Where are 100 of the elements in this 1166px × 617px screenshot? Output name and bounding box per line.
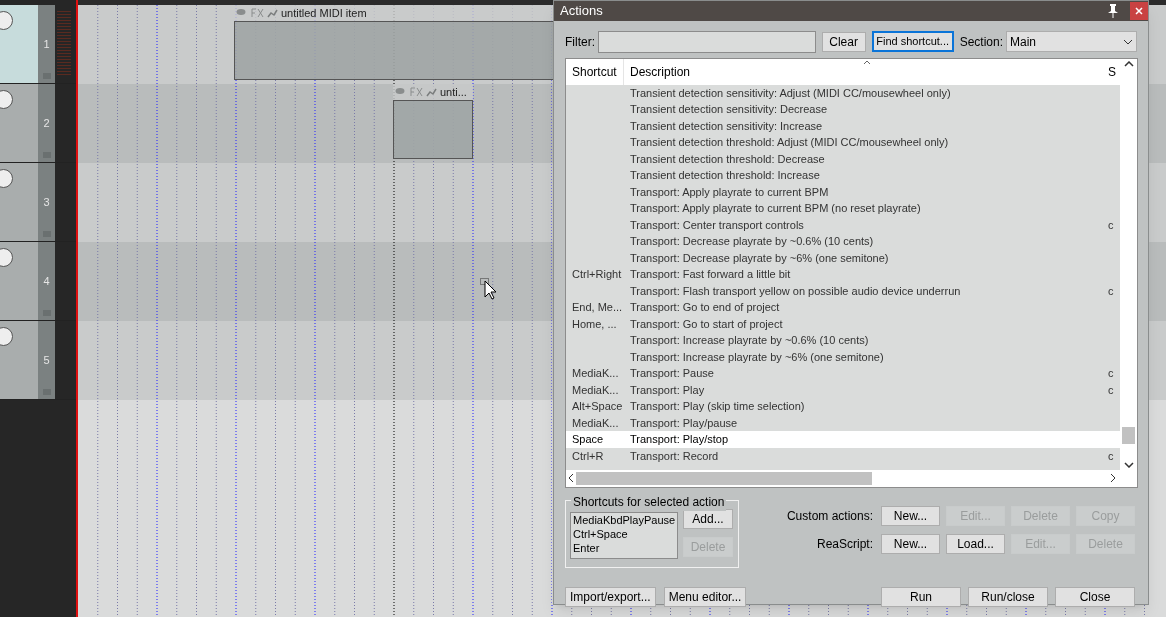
item-title: untitled MIDI item bbox=[281, 5, 367, 21]
column-header[interactable]: S bbox=[1108, 58, 1120, 85]
shortcut-cell: MediaK... bbox=[572, 367, 619, 380]
dialog-button[interactable]: New... bbox=[881, 533, 940, 554]
dialog-button[interactable]: Run/close bbox=[968, 586, 1048, 607]
description-cell: Transient detection threshold: Decrease bbox=[630, 152, 825, 165]
scrollbar-thumb[interactable] bbox=[1122, 426, 1135, 444]
table-row[interactable]: Transient detection threshold: Adjust (MIDI CC/mousewheel only) bbox=[566, 134, 1120, 151]
filter-field[interactable] bbox=[598, 30, 816, 53]
table-row[interactable]: Transport: Decrease playrate by ~6% (one semitone) bbox=[566, 249, 1120, 266]
track-number: 1 bbox=[43, 36, 50, 52]
midi-item[interactable]: unti... bbox=[393, 84, 473, 159]
track-number: 2 bbox=[43, 115, 50, 131]
shortcut-entry[interactable]: MediaKbdPlayPause bbox=[573, 512, 675, 527]
table-cell: c bbox=[1108, 449, 1114, 462]
table-row[interactable]: Alt+Space Transport: Play (skip time selection) bbox=[566, 398, 1120, 415]
table-row[interactable]: Ctrl+Right Transport: Fast forward a little bit bbox=[566, 266, 1120, 283]
description-cell: Transport: Play/stop bbox=[630, 433, 729, 446]
shortcut-list[interactable]: MediaKbdPlayPause Ctrl+Space Enter bbox=[570, 511, 678, 559]
chevron-down-icon[interactable] bbox=[1123, 461, 1134, 468]
table-cell: c bbox=[1108, 383, 1114, 396]
table-row[interactable]: Transport: Increase playrate by ~6% (one semitone) bbox=[566, 348, 1120, 365]
table-cell: c bbox=[1108, 218, 1114, 231]
table-row[interactable]: Transient detection sensitivity: Adjust (MIDI CC/mousewheel only) bbox=[566, 84, 1120, 101]
shortcut-cell: End, Me... bbox=[572, 301, 623, 314]
description-cell: Transport: Apply playrate to current BPM bbox=[630, 185, 829, 198]
shortcut-cell: Space bbox=[572, 433, 604, 446]
description-cell: Transport: Pause bbox=[630, 367, 714, 380]
table-row[interactable]: Transport: Center transport controls c bbox=[566, 216, 1120, 233]
shortcut-entry[interactable]: Ctrl+Space bbox=[573, 526, 675, 541]
table-row[interactable]: Transport: Apply playrate to current BPM (no reset playrate) bbox=[566, 200, 1120, 217]
find-shortcut-button[interactable]: Find shortcut... bbox=[871, 31, 954, 52]
description-cell: Transport: Go to end of project bbox=[630, 301, 780, 314]
table-row[interactable]: MediaK... Transport: Play/pause bbox=[566, 414, 1120, 431]
scrollbar-thumb[interactable] bbox=[576, 471, 872, 485]
shortcut-cell: Ctrl+Right bbox=[572, 268, 622, 281]
chevron-down-icon bbox=[1123, 38, 1133, 45]
item-title: unti... bbox=[440, 84, 467, 100]
table-row[interactable]: Transport: Decrease playrate by ~0.6% (10 cents) bbox=[566, 233, 1120, 250]
description-cell: Transient detection sensitivity: Increase bbox=[630, 119, 823, 132]
table-row[interactable]: Transient detection threshold: Decrease bbox=[566, 150, 1120, 167]
description-cell: Transient detection sensitivity: Adjust (MIDI CC/mousewheel only) bbox=[630, 86, 951, 99]
chevron-left-icon[interactable] bbox=[568, 473, 574, 483]
description-cell: Transport: Fast forward a little bit bbox=[630, 268, 791, 281]
table-row[interactable]: Transient detection threshold: Increase bbox=[566, 167, 1120, 184]
table-row[interactable]: End, Me... Transport: Go to end of project bbox=[566, 299, 1120, 316]
track-number: 3 bbox=[43, 194, 50, 210]
description-cell: Transient detection threshold: Adjust (MIDI CC/mousewheel only) bbox=[630, 136, 949, 149]
section-dropdown[interactable]: Main bbox=[1006, 31, 1137, 52]
dialog-button[interactable]: Menu editor... bbox=[663, 586, 747, 607]
description-cell: Transport: Apply playrate to current BPM (no reset playrate) bbox=[630, 202, 921, 215]
description-cell: Transport: Play (skip time selection) bbox=[630, 400, 805, 413]
dialog-button[interactable]: Import/export... bbox=[565, 586, 656, 607]
table-row[interactable]: Home, ... Transport: Go to start of project bbox=[566, 315, 1120, 332]
description-cell: Transient detection threshold: Increase bbox=[630, 169, 820, 182]
table-cell: c bbox=[1108, 367, 1114, 380]
description-cell: Transport: Go to start of project bbox=[630, 317, 783, 330]
dialog-button[interactable]: New... bbox=[881, 505, 940, 526]
dialog-button[interactable]: Run bbox=[881, 586, 961, 607]
description-cell: Transport: Decrease playrate by ~6% (one semitone) bbox=[630, 251, 889, 264]
table-row[interactable]: MediaK... Transport: Play c bbox=[566, 381, 1120, 398]
shortcut-cell: MediaK... bbox=[572, 383, 619, 396]
dialog-title: Actions bbox=[560, 2, 603, 20]
description-cell: Transport: Play bbox=[630, 383, 705, 396]
shortcut-cell: Ctrl+R bbox=[572, 449, 604, 462]
description-cell: Transport: Increase playrate by ~6% (one semitone) bbox=[630, 350, 884, 363]
row-label: Custom actions: bbox=[786, 507, 873, 525]
dialog-button[interactable]: Load... bbox=[946, 533, 1005, 554]
clear-button[interactable]: Clear bbox=[821, 31, 866, 52]
description-cell: Transient detection sensitivity: Decrease bbox=[630, 103, 828, 116]
table-row[interactable]: Ctrl+R Transport: Record c bbox=[566, 447, 1120, 464]
vertical-scrollbar[interactable] bbox=[1120, 58, 1137, 470]
description-cell: Transport: Decrease playrate by ~0.6% (10 cents) bbox=[630, 235, 874, 248]
close-button[interactable] bbox=[1130, 1, 1148, 20]
table-row[interactable]: Transport: Flash transport yellow on possible audio device underrun c bbox=[566, 282, 1120, 299]
item-icons bbox=[236, 8, 278, 18]
pin-icon[interactable] bbox=[1108, 3, 1118, 18]
filter-label: Filter: bbox=[565, 33, 595, 51]
mouse-cursor-icon bbox=[480, 278, 496, 302]
chevron-up-icon[interactable] bbox=[1123, 60, 1134, 67]
column-header[interactable]: Shortcut bbox=[566, 58, 624, 85]
table-cell: c bbox=[1108, 284, 1114, 297]
table-row[interactable]: Transport: Apply playrate to current BPM bbox=[566, 183, 1120, 200]
dialog-button[interactable]: Close bbox=[1055, 586, 1135, 607]
chevron-right-icon[interactable] bbox=[1110, 473, 1116, 483]
track-meter bbox=[57, 11, 71, 77]
table-row[interactable]: Transient detection sensitivity: Increase bbox=[566, 117, 1120, 134]
table-row[interactable]: Transient detection sensitivity: Decrease bbox=[566, 101, 1120, 118]
table-row[interactable]: MediaK... Transport: Pause c bbox=[566, 365, 1120, 382]
row-label: ReaScript: bbox=[816, 535, 873, 553]
description-cell: Transport: Center transport controls bbox=[630, 218, 804, 231]
shortcut-entry[interactable]: Enter bbox=[573, 540, 675, 555]
description-cell: Transport: Play/pause bbox=[630, 416, 738, 429]
table-row[interactable]: Transport: Increase playrate by ~0.6% (10 cents) bbox=[566, 332, 1120, 349]
section-value: Main bbox=[1010, 33, 1037, 51]
table-row[interactable]: Space Transport: Play/stop bbox=[566, 431, 1120, 448]
shortcut-cell: MediaK... bbox=[572, 416, 619, 429]
close-icon bbox=[1135, 6, 1143, 15]
track-number: 4 bbox=[43, 273, 50, 289]
section-label: Section: bbox=[959, 33, 1004, 51]
